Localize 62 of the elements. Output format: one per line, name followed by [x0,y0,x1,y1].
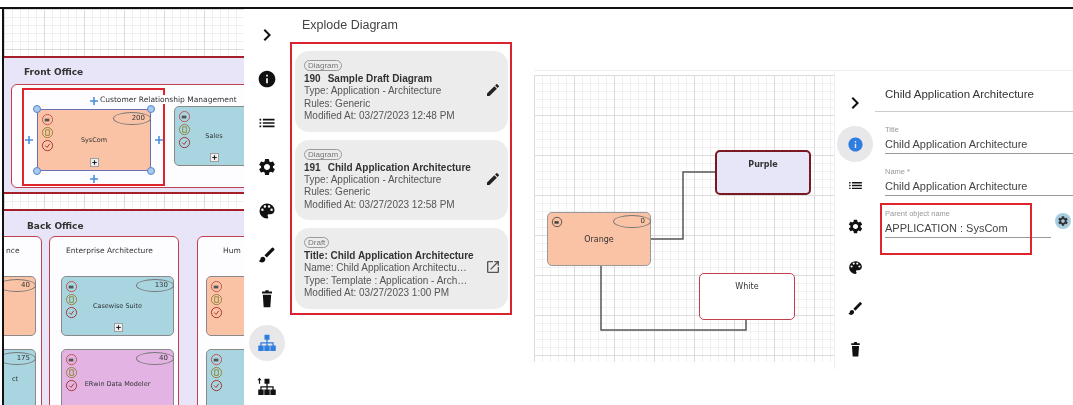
palette-icon [257,201,277,221]
card-detail: Type: Application - Architecture [304,85,442,98]
expand-icon[interactable] [90,158,99,167]
resize-handle[interactable] [147,105,155,113]
lane-title: Front Office [24,67,84,77]
panel-title: Child Application Architecture [875,71,1073,112]
diagram-card[interactable]: Draft Title: Child Application Architecture Name: Child Application Architectu… Type: Template : Application - Arch… Modified At: 03/27/2023 1:00 PM [295,228,508,309]
diagram-node[interactable]: White [699,273,795,320]
expand-icon[interactable] [113,323,123,332]
node-label: Orange [584,234,614,244]
card-detail: Modified At: 03/27/2023 1:00 PM [304,287,450,300]
card-detail: Rules: Generic [304,97,371,110]
pencil-icon [485,170,501,187]
resize-handle[interactable] [33,105,41,113]
lookup-button[interactable] [1055,212,1071,229]
lane-title: Back Office [27,221,84,231]
info-icon [257,69,277,89]
hierarchy-icon [257,333,277,353]
status-icon [551,216,563,228]
connector-line [650,171,716,240]
status-icons-drawing [178,110,191,151]
card-detail: Rules: Generic [304,186,371,199]
diagram-title: Sample Draft Diagram [327,72,433,85]
diagram-card[interactable]: Diagram 191 Child Application Architecture Type: Application - Architecture Rules: Generic Modified At: 03/27/2023 12:58 PM [295,139,508,220]
status-icons-drawing [210,353,223,394]
chevron-right-icon [851,97,859,109]
diagram-number: 191 [304,160,321,174]
settings-icon [257,157,277,177]
card-detail: Type: Application - Architecture [304,173,442,186]
card-detail: Name: Child Application Architectu… [304,262,467,275]
diagram-node[interactable]: Purple [715,150,811,195]
open-in-new-icon [485,259,501,276]
settings-icon [846,217,864,235]
node-label: White [735,282,759,293]
card-detail: Modified At: 03/27/2023 12:48 PM [304,110,455,123]
resize-handle[interactable] [147,167,155,175]
expand-icon[interactable] [210,153,219,162]
diagram-title: Title: Child Application Architecture [304,249,474,262]
diagram-card[interactable]: Diagram 190 Sample Draft Diagram Type: Application - Architecture Rules: Generic Modified At: 03/27/2023 12:48 PM [295,51,508,132]
status-icons-drawing [41,113,54,154]
diagram-title: Child Application Architecture [327,160,471,174]
connect-plus-icon[interactable] [89,96,99,106]
panel-title: Explode Diagram [302,18,399,32]
node-label: Purple [748,160,778,171]
info-icon [846,135,864,153]
card-detail: Modified At: 03/27/2023 12:58 PM [304,198,455,211]
hierarchy-up-icon [257,377,277,397]
resize-handle[interactable] [33,167,41,175]
status-icons-drawing [210,280,223,321]
status-icons-drawing [65,280,78,321]
brush-icon [846,299,864,317]
pencil-icon [485,82,501,99]
connect-plus-icon[interactable] [24,135,34,145]
diagram-number: 190 [304,72,321,85]
connect-plus-icon[interactable] [89,174,99,184]
palette-icon [846,258,864,276]
status-icons-drawing [65,353,78,394]
card-detail: Type: Template : Application - Arch… [304,274,468,287]
brush-icon [257,245,277,265]
chevron-right-icon [263,29,271,41]
settings-icon [1057,214,1069,227]
connect-plus-icon[interactable] [154,135,164,145]
